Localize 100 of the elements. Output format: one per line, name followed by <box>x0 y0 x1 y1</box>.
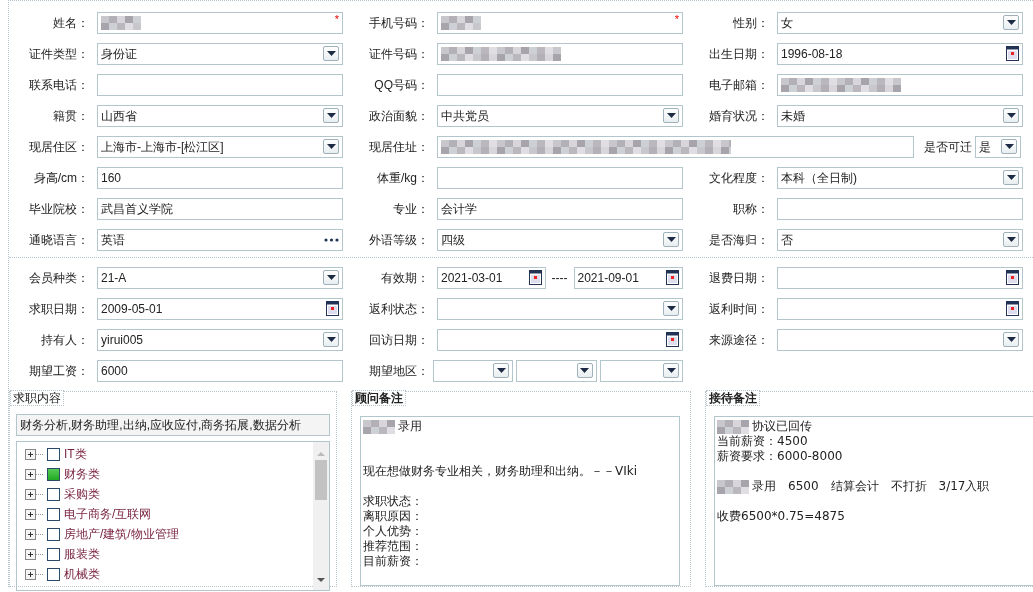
calendar-icon[interactable] <box>326 301 339 316</box>
caret-icon <box>326 51 336 56</box>
field-label: 手机号码： <box>368 14 430 32</box>
text-field[interactable] <box>437 135 914 158</box>
text-field[interactable]: 武昌首义学院 <box>97 197 343 220</box>
text-field[interactable] <box>437 42 683 65</box>
dropdown-button[interactable] <box>323 46 339 61</box>
dropdown-field[interactable]: 本科（全日制) <box>777 166 1023 189</box>
dropdown-button[interactable] <box>1003 332 1019 347</box>
checkbox[interactable] <box>47 567 60 581</box>
field-value: 中共党员 <box>441 107 489 125</box>
tree-item-label[interactable]: 服装类 <box>64 545 100 563</box>
expand-toggle[interactable] <box>25 528 43 540</box>
tree-item-label[interactable]: 财务类 <box>64 465 100 483</box>
date-field[interactable] <box>777 266 1023 289</box>
note-text: 推荐范围： <box>363 539 423 554</box>
expand-toggle[interactable] <box>25 468 43 480</box>
note-text: 录用 6500 结算会计 不打折 3/17入职 <box>752 479 990 494</box>
calendar-icon[interactable] <box>1006 46 1019 61</box>
dropdown-button[interactable] <box>663 301 679 316</box>
dropdown-button[interactable] <box>323 270 339 285</box>
note-text: 收费6500*0.75=4875 <box>717 509 845 524</box>
checkbox[interactable] <box>47 507 60 521</box>
calendar-icon[interactable] <box>1006 301 1019 316</box>
tree-item-label[interactable]: 房地产/建筑/物业管理 <box>64 525 179 543</box>
checkbox[interactable] <box>47 527 60 541</box>
field-value: 身份证 <box>101 45 137 63</box>
dropdown-field[interactable]: 身份证 <box>97 42 343 65</box>
text-field[interactable] <box>437 73 683 96</box>
dropdown-button[interactable] <box>663 363 679 378</box>
scrollbar[interactable] <box>313 442 329 590</box>
dropdown-button[interactable] <box>1003 15 1019 30</box>
checkbox[interactable] <box>47 447 60 461</box>
calendar-icon[interactable] <box>1006 270 1019 285</box>
calendar-icon[interactable] <box>666 270 679 285</box>
dropdown-button[interactable] <box>663 232 679 247</box>
tree-item-label[interactable]: IT类 <box>64 445 87 463</box>
calendar-icon[interactable] <box>666 332 679 347</box>
more-icon[interactable] <box>324 237 339 242</box>
expand-toggle[interactable] <box>25 448 43 460</box>
date-field[interactable] <box>777 297 1023 320</box>
dropdown-field[interactable]: 否 <box>777 228 1023 251</box>
text-field[interactable] <box>777 73 1023 96</box>
dropdown-field[interactable]: 未婚 <box>777 104 1023 127</box>
dropdown-field[interactable]: 山西省 <box>97 104 343 127</box>
text-field[interactable] <box>97 73 343 96</box>
text-field[interactable]: 会计学 <box>437 197 683 220</box>
text-field[interactable]: * <box>437 11 683 34</box>
tree-item-label[interactable]: 电子商务/互联网 <box>64 505 152 523</box>
dropdown-button[interactable] <box>1001 139 1017 154</box>
date-field[interactable]: 2021-03-01 <box>437 266 546 289</box>
dropdown-field[interactable] <box>516 359 597 382</box>
dropdown-field[interactable]: 是 <box>975 135 1021 158</box>
dropdown-button[interactable] <box>576 363 593 378</box>
date-field[interactable] <box>437 328 683 351</box>
expand-toggle[interactable] <box>25 568 43 580</box>
dropdown-field[interactable] <box>777 328 1023 351</box>
dropdown-field[interactable]: 中共党员 <box>437 104 683 127</box>
dropdown-field[interactable] <box>433 359 514 382</box>
dropdown-field[interactable]: 女 <box>777 11 1023 34</box>
panel-title: 顾问备注 <box>352 390 406 406</box>
dropdown-button[interactable] <box>323 332 339 347</box>
tree-item-label[interactable]: 采购类 <box>64 485 100 503</box>
dropdown-button[interactable] <box>1003 108 1019 123</box>
field-value: 本科（全日制) <box>781 169 857 187</box>
dropdown-field[interactable]: 上海市-上海市-[松江区] <box>97 135 343 158</box>
dropdown-button[interactable] <box>323 108 339 123</box>
checkbox[interactable] <box>47 467 60 481</box>
notes-area[interactable]: 协议已回传 当前薪资：4500 薪资要求：6000-8000 录用 6500 结算会计 不打折 3/17入职 收费6500*0.75=4875 <box>714 416 1033 586</box>
dropdown-button[interactable] <box>323 139 339 154</box>
text-field[interactable] <box>777 197 1023 220</box>
tree-item-label[interactable]: 机械类 <box>64 565 100 583</box>
date-field[interactable]: 2021-09-01 <box>573 266 683 289</box>
dropdown-button[interactable] <box>1003 232 1019 247</box>
checkbox[interactable] <box>47 487 60 501</box>
dropdown-field[interactable] <box>599 359 683 382</box>
picker-field[interactable]: 英语 <box>97 228 343 251</box>
text-field[interactable]: * <box>97 11 343 34</box>
dropdown-field[interactable]: 四级 <box>437 228 683 251</box>
dropdown-button[interactable] <box>493 363 510 378</box>
calendar-icon[interactable] <box>528 270 542 285</box>
dropdown-button[interactable] <box>663 108 679 123</box>
checkbox[interactable] <box>47 547 60 561</box>
dropdown-button[interactable] <box>1003 170 1019 185</box>
field-label: 职称： <box>732 200 770 218</box>
text-field[interactable]: 6000 <box>97 359 343 382</box>
dropdown-field[interactable]: yirui005 <box>97 328 343 351</box>
date-field[interactable]: 1996-08-18 <box>777 42 1023 65</box>
text-field[interactable]: 160 <box>97 166 343 189</box>
field-value: 四级 <box>441 231 465 249</box>
expand-toggle[interactable] <box>25 488 43 500</box>
date-field[interactable]: 2009-05-01 <box>97 297 343 320</box>
text-field[interactable] <box>437 166 683 189</box>
field-label: QQ号码： <box>373 76 430 94</box>
field-value: 1996-08-18 <box>781 45 843 63</box>
dropdown-field[interactable]: 21-A <box>97 266 343 289</box>
expand-toggle[interactable] <box>25 508 43 520</box>
notes-area[interactable]: 录用 现在想做财务专业相关，财务助理和出纳。－－VIki 求职状态： 离职原因： 个人优势： 推荐范围： 目前薪资： <box>360 416 680 586</box>
dropdown-field[interactable] <box>437 297 683 320</box>
expand-toggle[interactable] <box>25 548 43 560</box>
